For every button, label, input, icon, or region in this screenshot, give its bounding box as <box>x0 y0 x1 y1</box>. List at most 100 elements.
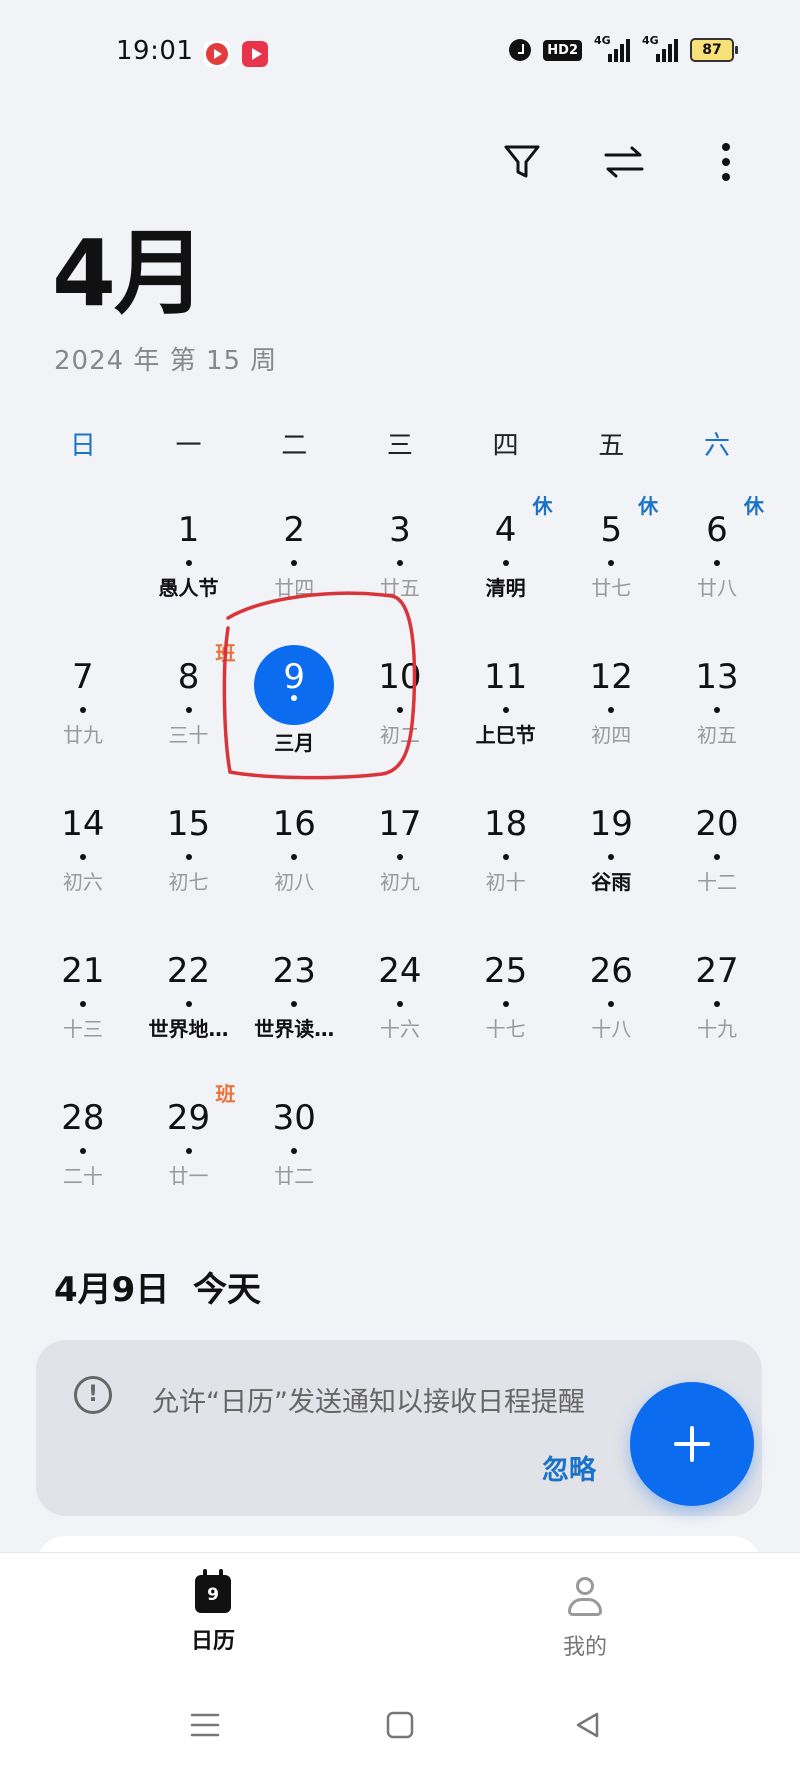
play-app-icon <box>242 41 268 67</box>
lunar-date: 十二 <box>696 870 737 894</box>
day-cell[interactable]: 27 十九 <box>664 931 770 1078</box>
day-cell[interactable]: 1 愚人节 <box>136 490 242 637</box>
day-number: 27 <box>695 951 739 991</box>
day-cell[interactable]: 14 初六 <box>30 784 136 931</box>
event-dot <box>608 854 615 860</box>
day-cell[interactable]: 休 4 清明 <box>453 490 559 637</box>
lunar-date: 廿四 <box>274 576 315 600</box>
ignore-button[interactable]: 忽略 <box>542 1448 596 1487</box>
weekday-label: 一 <box>175 431 202 461</box>
day-cell-today[interactable]: 9 三月 <box>241 637 347 784</box>
day-number: 29 <box>166 1098 211 1138</box>
video-app-icon <box>204 41 230 67</box>
day-number: 6 <box>706 510 728 550</box>
calendar-icon: 9 <box>195 1569 231 1613</box>
lunar-date: 廿五 <box>379 576 420 600</box>
empty-day-cell <box>347 1078 453 1225</box>
day-cell[interactable]: 30 廿二 <box>241 1078 347 1225</box>
day-cell[interactable]: 7 廿九 <box>30 637 136 784</box>
lunar-date: 廿七 <box>591 576 632 600</box>
day-cell[interactable]: 20 十二 <box>664 784 770 931</box>
weekday-label: 五 <box>598 431 625 461</box>
day-cell[interactable]: 21 十三 <box>30 931 136 1078</box>
more-button[interactable] <box>704 140 748 184</box>
day-cell[interactable]: 11 上巳节 <box>453 637 559 784</box>
status-indicators: HD2 4G 4G 87 <box>509 34 738 62</box>
lunar-date: 初二 <box>379 723 420 747</box>
home-button[interactable] <box>375 1700 425 1750</box>
lunar-date: 三十 <box>168 723 209 747</box>
day-cell[interactable]: 25 十七 <box>453 931 559 1078</box>
weekday-label: 二 <box>281 431 308 461</box>
month-title[interactable]: 4月 <box>52 228 206 320</box>
day-cell[interactable]: 13 初五 <box>664 637 770 784</box>
empty-day-cell <box>558 1078 664 1225</box>
week-row: 28 二十班 29 廿一 30 廿二 <box>30 1078 770 1225</box>
info-exclamation-icon: ! <box>74 1376 112 1414</box>
day-cell[interactable]: 26 十八 <box>558 931 664 1078</box>
day-cell[interactable]: 18 初十 <box>453 784 559 931</box>
menu-button[interactable] <box>180 1700 230 1750</box>
back-button[interactable] <box>562 1700 612 1750</box>
event-dot <box>79 1148 86 1154</box>
day-cell[interactable]: 16 初八 <box>241 784 347 931</box>
toolbar <box>500 140 748 184</box>
day-cell[interactable]: 班 29 廿一 <box>136 1078 242 1225</box>
tab-calendar[interactable]: 9 日历 <box>143 1569 283 1655</box>
lunar-date: 二十 <box>62 1164 103 1188</box>
day-cell[interactable]: 23 世界读… <box>241 931 347 1078</box>
day-cell[interactable]: 28 二十 <box>30 1078 136 1225</box>
day-number: 4 <box>494 510 517 550</box>
signal-icon: 4G <box>594 34 630 62</box>
day-number: 30 <box>272 1098 316 1138</box>
add-event-button[interactable] <box>630 1382 754 1506</box>
event-dot <box>608 707 615 713</box>
event-dot <box>291 1001 298 1007</box>
event-dot <box>291 854 298 860</box>
event-dot <box>713 560 720 566</box>
day-cell[interactable]: 10 初二 <box>347 637 453 784</box>
festival-label: 愚人节 <box>158 576 219 600</box>
event-dot <box>185 560 192 566</box>
event-dot <box>608 560 615 566</box>
day-cell[interactable]: 15 初七 <box>136 784 242 931</box>
lunar-date: 初八 <box>274 870 315 894</box>
day-cell[interactable]: 3 廿五 <box>347 490 453 637</box>
event-dot <box>396 707 403 713</box>
day-number: 18 <box>483 804 528 844</box>
empty-day-cell <box>453 1078 559 1225</box>
day-cell[interactable]: 22 世界地… <box>136 931 242 1078</box>
lunar-date: 初十 <box>485 870 526 894</box>
lunar-date: 廿八 <box>696 576 737 600</box>
event-dot <box>713 1001 720 1007</box>
festival-label: 上巳节 <box>475 723 536 747</box>
day-cell[interactable]: 2 廿四 <box>241 490 347 637</box>
switch-view-button[interactable] <box>602 140 646 184</box>
day-cell[interactable]: 休 6 廿八 <box>664 490 770 637</box>
weekday-header-row: 日一二三四五六 <box>30 425 770 462</box>
day-cell[interactable]: 19 谷雨 <box>558 784 664 931</box>
swap-arrows-icon <box>604 146 644 178</box>
event-dot <box>502 1001 509 1007</box>
event-dot <box>396 1001 403 1007</box>
day-number: 7 <box>72 657 94 697</box>
day-number: 25 <box>483 951 528 991</box>
lunar-date: 初六 <box>62 870 103 894</box>
festival-label: 谷雨 <box>591 870 632 894</box>
day-number: 26 <box>589 951 633 991</box>
tab-me[interactable]: 我的 <box>515 1575 655 1661</box>
day-cell[interactable]: 17 初九 <box>347 784 453 931</box>
filter-button[interactable] <box>500 140 544 184</box>
lunar-date: 三月 <box>274 731 315 755</box>
day-number: 22 <box>166 951 211 991</box>
selected-date: 4月9日 <box>54 1270 170 1310</box>
event-dot <box>502 854 509 860</box>
empty-day-cell <box>30 490 136 637</box>
lunar-date: 廿二 <box>274 1164 315 1188</box>
day-cell[interactable]: 12 初四 <box>558 637 664 784</box>
day-cell[interactable]: 班 8 三十 <box>136 637 242 784</box>
day-cell[interactable]: 休 5 廿七 <box>558 490 664 637</box>
day-cell[interactable]: 24 十六 <box>347 931 453 1078</box>
empty-day-cell <box>664 1078 770 1225</box>
year-week-subtitle: 2024 年 第 15 周 <box>54 346 278 376</box>
